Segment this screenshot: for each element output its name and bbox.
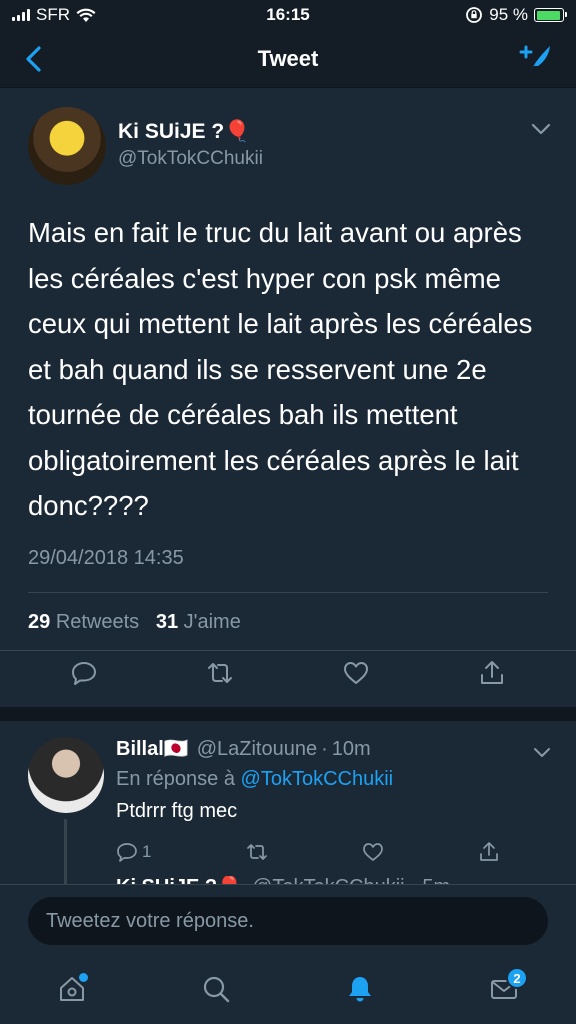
peek-author-name: Ki SUiJE ?🎈 [116,876,242,884]
status-bar: SFR 16:15 95 % [0,0,576,30]
battery-percent: 95 % [489,5,528,24]
reply-input[interactable] [28,897,548,945]
like-icon[interactable] [362,841,384,863]
section-separator [0,706,576,721]
like-icon[interactable] [342,659,370,687]
reply-count: 1 [142,841,152,861]
reply-icon [117,842,137,862]
page-title: Tweet [257,45,319,71]
compose-icon[interactable] [516,42,554,76]
unread-dot [79,973,88,982]
retweet-icon[interactable] [246,841,268,863]
bell-icon [349,977,371,1002]
tab-notifications[interactable] [340,969,380,1009]
dot-separator: · [321,737,328,760]
reply-author-name[interactable]: Billal🇯🇵 [116,735,189,763]
retweets-label[interactable]: Retweets [56,611,139,633]
search-icon [203,976,230,1003]
chevron-down-icon[interactable] [532,747,552,759]
tab-home[interactable] [52,969,92,1009]
retweets-count[interactable]: 29 [28,611,50,633]
author-handle: @TokTokCChukii [118,148,263,169]
tab-messages[interactable]: 2 [484,967,528,1009]
reply-composer [0,884,576,954]
share-icon[interactable] [478,659,506,687]
nav-bar: Tweet [0,30,576,88]
wifi-icon [76,8,96,22]
reply-actions: 1 [116,827,516,863]
battery-icon [534,8,567,22]
reply-reply-button[interactable]: 1 [116,841,151,863]
tweet-text: Mais en fait le truc du lait avant ou ap… [28,217,533,521]
messages-badge: 2 [506,967,528,989]
share-icon[interactable] [478,841,500,863]
next-reply-peek[interactable]: Ki SUiJE ?🎈 @TokTokCChukii · 5m [116,876,450,884]
signal-icon [12,9,30,21]
reply-time: 10m [331,737,371,760]
reply-text: Ptdrrr ftg mec [116,799,238,822]
tweet-author[interactable]: Ki SUiJE ?🎈 @TokTokCChukii [28,88,548,188]
reply-icon[interactable] [70,659,98,687]
carrier-label: SFR [36,5,70,24]
in-reply-handle-link[interactable]: @TokTokCChukii [241,768,394,790]
tweet-actions [0,649,576,701]
tweet-stats: 29 Retweets 31 J'aime [28,593,548,650]
main-tweet: Ki SUiJE ?🎈 @TokTokCChukii Mais en fait … [0,88,576,701]
in-reply-prefix: En réponse à [116,767,235,790]
tab-bar: 2 [0,954,576,1024]
likes-count[interactable]: 31 [156,611,178,633]
tab-search[interactable] [196,969,236,1009]
back-icon[interactable] [20,44,48,74]
in-reply-to: En réponse à @TokTokCChukii [116,763,548,795]
likes-label[interactable]: J'aime [184,611,241,633]
reply-author-handle: @LaZitouune [196,737,318,760]
avatar[interactable] [28,736,104,813]
reply-tweet[interactable]: Billal🇯🇵 @LaZitouune · 10m En réponse à … [0,721,576,884]
thread-line [64,818,67,884]
reply-header: Billal🇯🇵 @LaZitouune · 10m [116,735,548,763]
retweet-icon[interactable] [206,659,234,687]
author-name: Ki SUiJE ?🎈 [118,120,251,143]
chevron-down-icon[interactable] [530,122,552,136]
peek-author-handle: @TokTokCChukii · 5m [252,876,450,884]
tweet-timestamp: 29/04/2018 14:35 [28,546,184,569]
tweet-detail: Ki SUiJE ?🎈 @TokTokCChukii Mais en fait … [0,88,576,884]
avatar[interactable] [28,107,106,185]
rotation-lock-icon [466,7,483,23]
